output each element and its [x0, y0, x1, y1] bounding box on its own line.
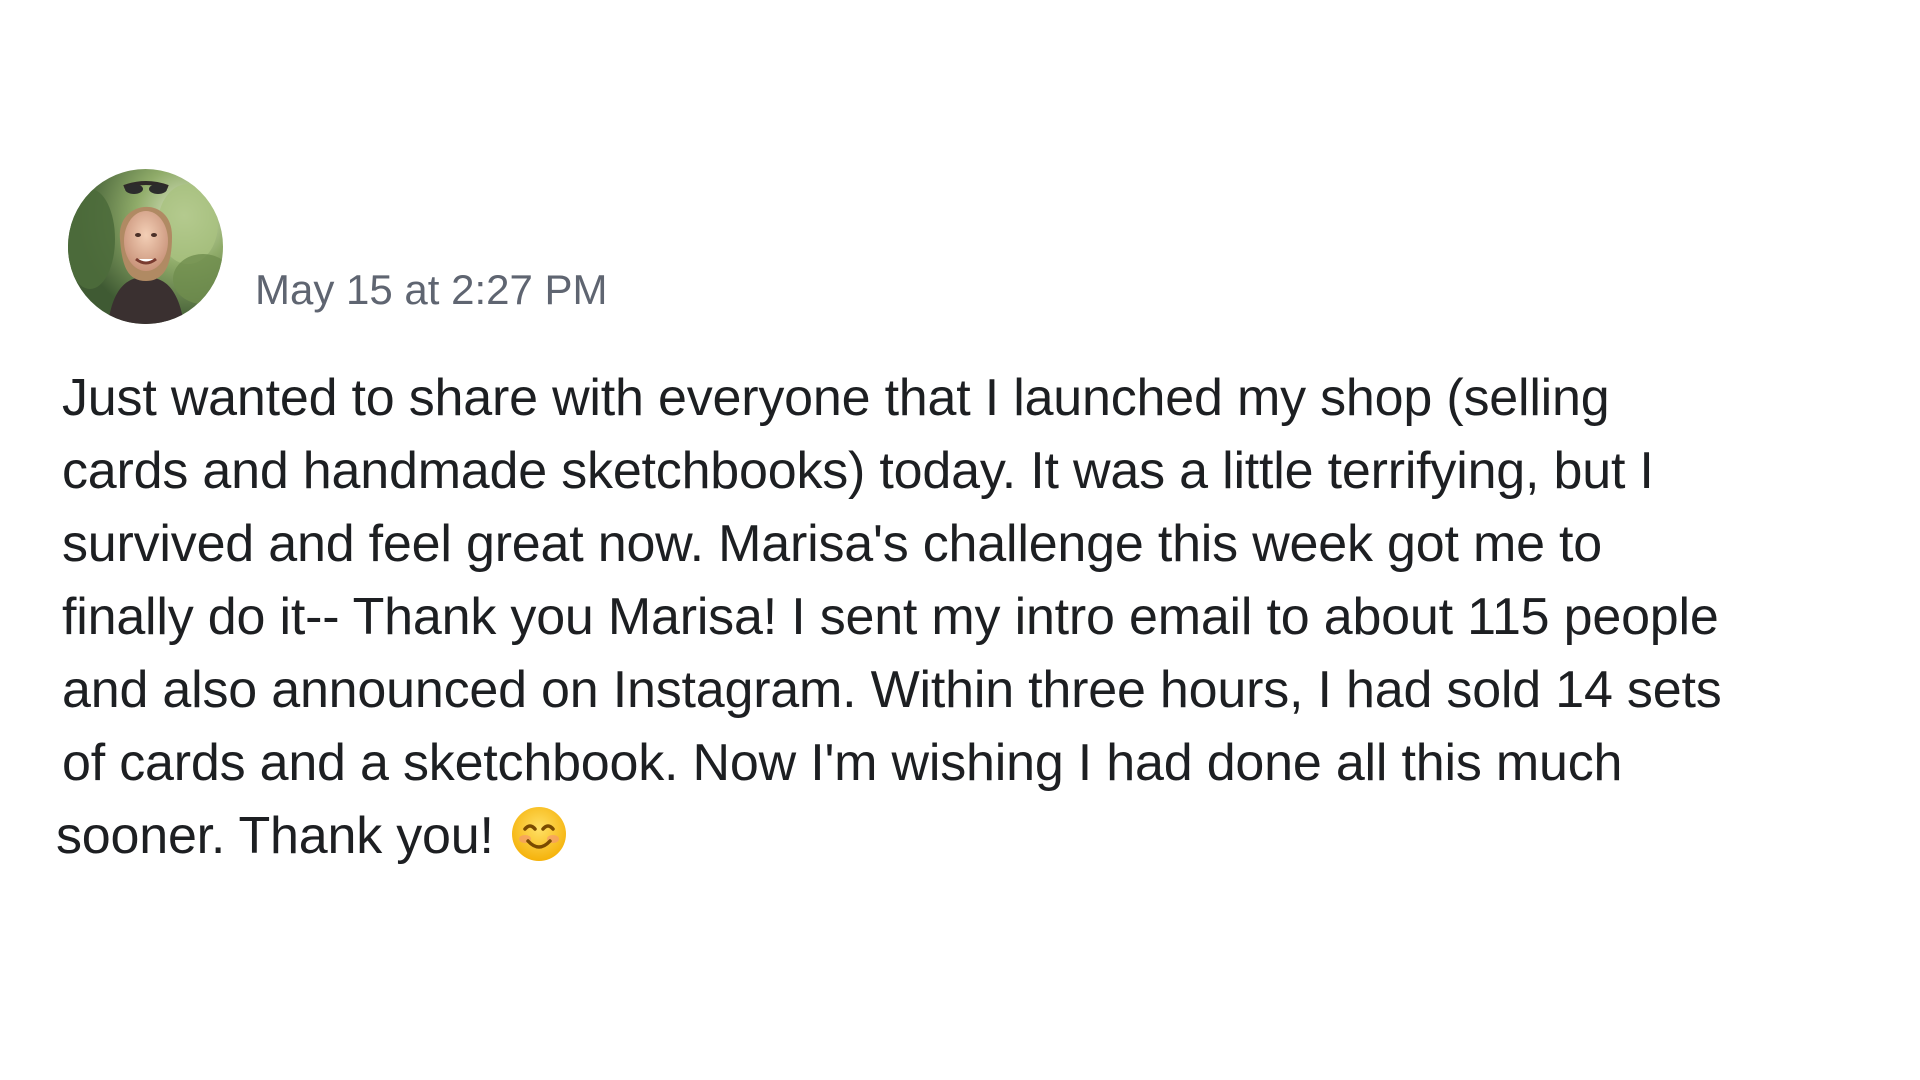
- post-body-line: cards and handmade sketchbooks) today. I…: [62, 442, 1654, 500]
- post-body-line: Just wanted to share with everyone that …: [62, 369, 1610, 427]
- post-body-line: sooner. Thank you!: [56, 807, 494, 865]
- feed-post: May 15 at 2:27 PM Just wanted to share w…: [0, 0, 1920, 1080]
- post-body-line: and also announced on Instagram. Within …: [62, 661, 1722, 719]
- post-header: May 15 at 2:27 PM: [68, 168, 608, 324]
- post-body: Just wanted to share with everyone that …: [56, 362, 1882, 873]
- post-timestamp[interactable]: May 15 at 2:27 PM: [255, 269, 608, 311]
- smiling-face-icon: [510, 805, 568, 863]
- avatar[interactable]: [68, 169, 223, 324]
- post-body-line: of cards and a sketchbook. Now I'm wishi…: [62, 734, 1623, 792]
- post-body-line: finally do it-- Thank you Marisa! I sent…: [62, 588, 1719, 646]
- post-body-line: survived and feel great now. Marisa's ch…: [62, 515, 1603, 573]
- post-body-last-line: sooner. Thank you!: [56, 800, 1882, 873]
- avatar-photo: [68, 169, 223, 324]
